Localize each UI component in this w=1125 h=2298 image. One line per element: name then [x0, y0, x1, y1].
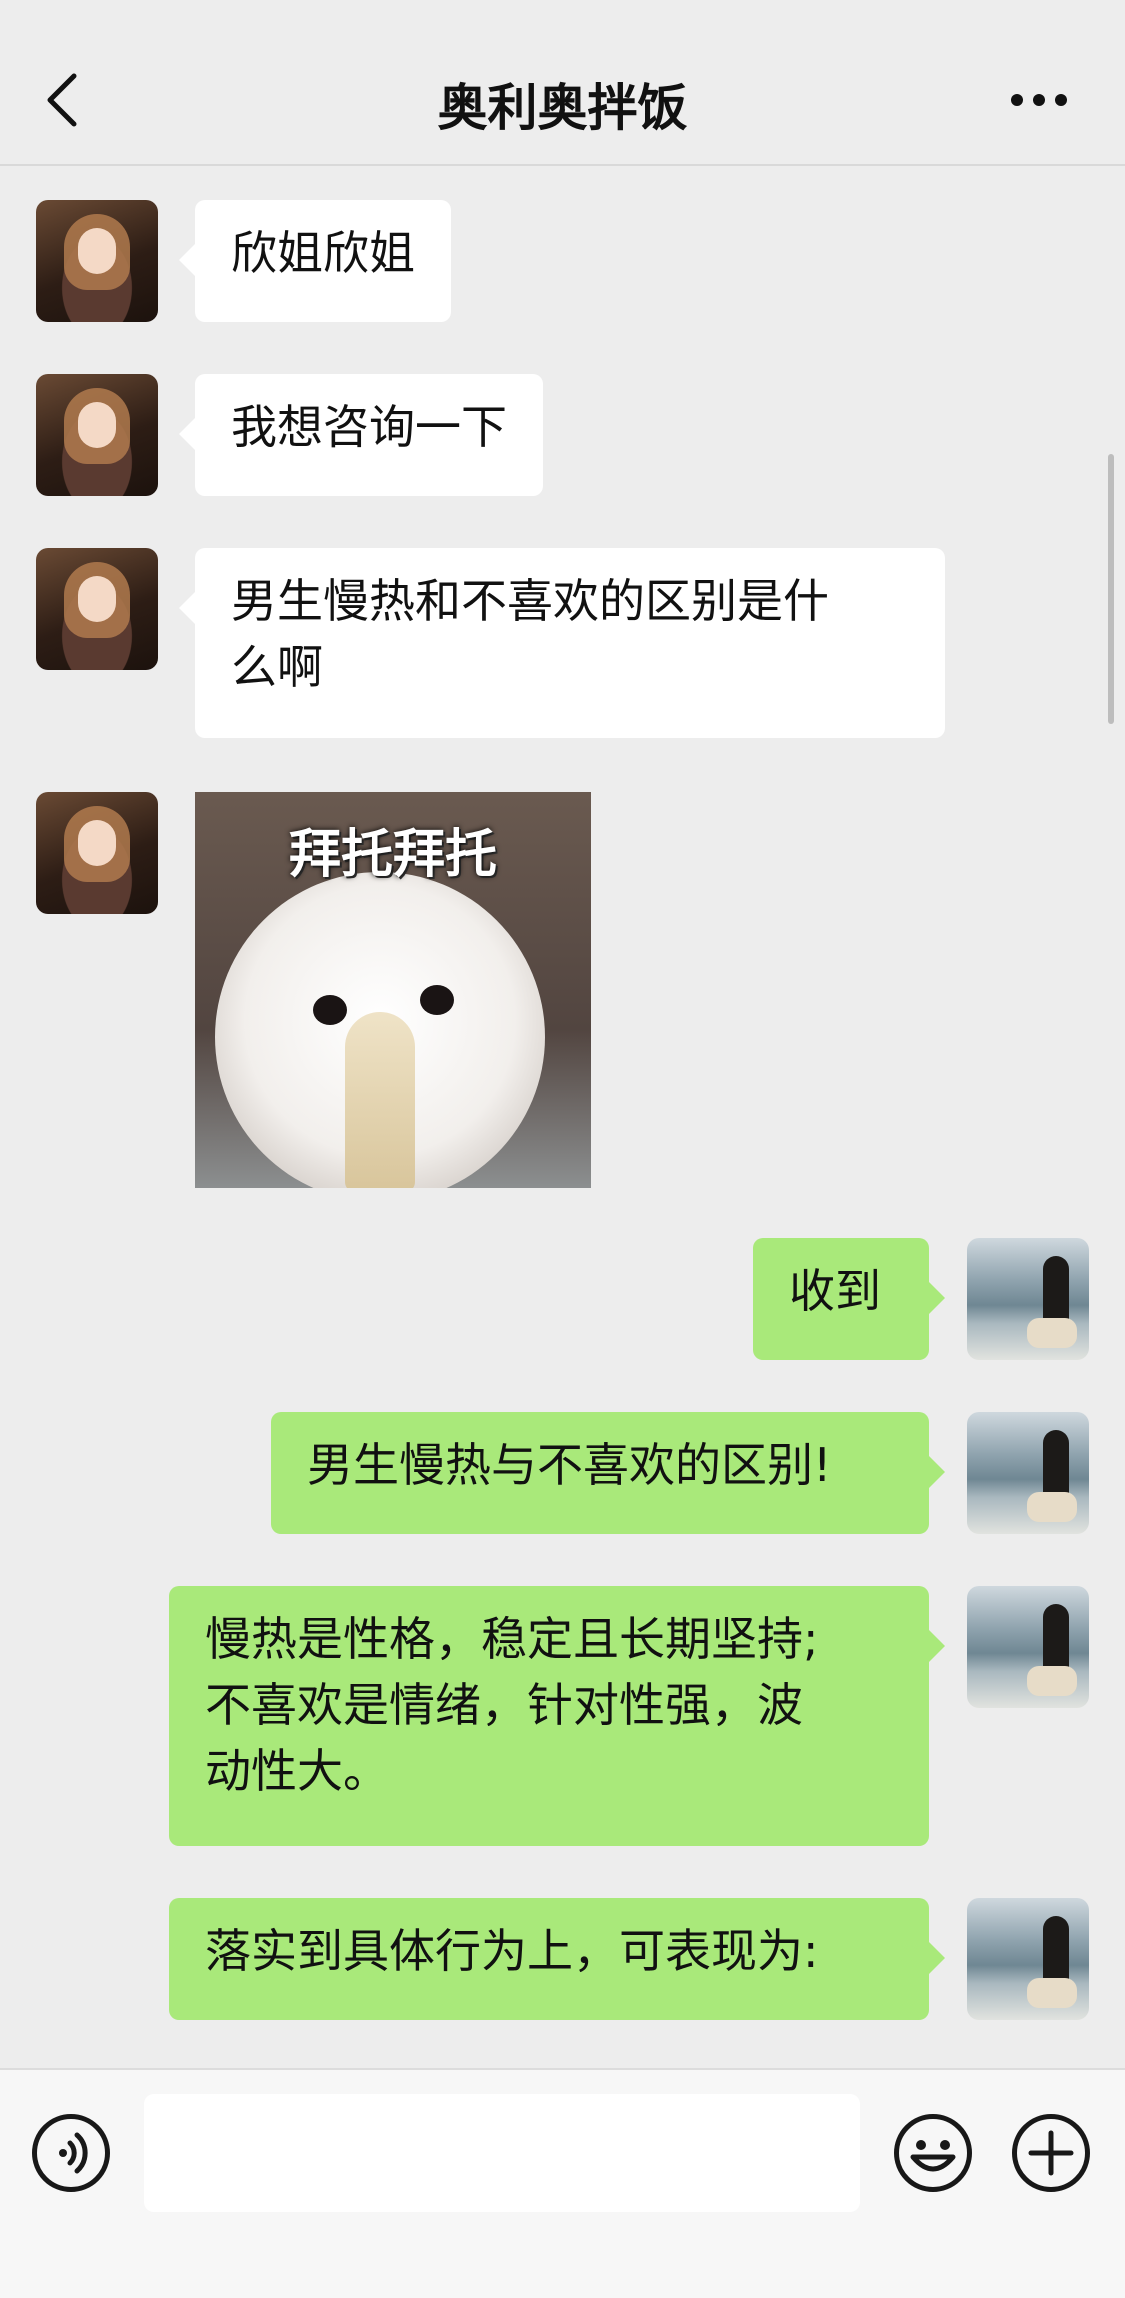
chat-title: 奥利奥拌饭	[437, 79, 688, 137]
message-bubble-outgoing[interactable]: 收到	[753, 1238, 945, 1360]
top-nav-bar: 奥利奥拌饭	[0, 0, 1125, 166]
message-bubble-incoming[interactable]: 我想咨询一下	[179, 374, 543, 496]
my-avatar[interactable]	[967, 1412, 1089, 1534]
message-bubble-incoming[interactable]: 男生慢热和不喜欢的区别是什 么啊	[179, 548, 945, 738]
message-input[interactable]	[144, 2094, 860, 2212]
scrollbar[interactable]	[1108, 454, 1114, 724]
plus-icon[interactable]	[1012, 2114, 1090, 2192]
my-avatar[interactable]	[967, 1898, 1089, 2020]
contact-avatar[interactable]	[36, 792, 158, 914]
message-text: 收到	[789, 1264, 881, 1318]
message-bubble-outgoing[interactable]: 落实到具体行为上，可表现为:	[169, 1898, 945, 2020]
message-text: 男生慢热与不喜欢的区别!	[307, 1438, 832, 1492]
message-text: 欣姐欣姐	[231, 226, 415, 280]
message-text: 我想咨询一下	[231, 400, 507, 454]
my-avatar[interactable]	[967, 1238, 1089, 1360]
contact-avatar[interactable]	[36, 200, 158, 322]
sticker-dog-eye	[420, 985, 454, 1015]
contact-avatar[interactable]	[36, 548, 158, 670]
message-bubble-outgoing[interactable]: 慢热是性格，稳定且长期坚持; 不喜欢是情绪，针对性强，波 动性大。	[169, 1586, 945, 1846]
voice-icon[interactable]	[32, 2114, 110, 2192]
sticker-caption: 拜托拜托	[288, 825, 497, 885]
message-text-line: 动性大。	[205, 1744, 389, 1798]
sticker-dog-paws	[345, 1012, 415, 1188]
message-text-line: 不喜欢是情绪，针对性强，波	[205, 1678, 803, 1732]
input-bar	[0, 2068, 1125, 2298]
emoji-icon[interactable]	[894, 2114, 972, 2192]
message-text-line: 么啊	[231, 640, 323, 694]
message-bubble-outgoing[interactable]: 男生慢热与不喜欢的区别!	[271, 1412, 945, 1534]
sticker-dog-eye	[313, 995, 347, 1025]
message-text-line: 慢热是性格，稳定且长期坚持;	[205, 1612, 819, 1666]
message-text-line: 男生慢热和不喜欢的区别是什	[231, 574, 829, 628]
my-avatar[interactable]	[967, 1586, 1089, 1708]
contact-avatar[interactable]	[36, 374, 158, 496]
more-dots-icon[interactable]	[1009, 90, 1069, 110]
sticker-image[interactable]: 拜托拜托	[195, 792, 591, 1188]
message-text: 落实到具体行为上，可表现为:	[205, 1924, 819, 1978]
message-bubble-incoming[interactable]: 欣姐欣姐	[179, 200, 451, 322]
